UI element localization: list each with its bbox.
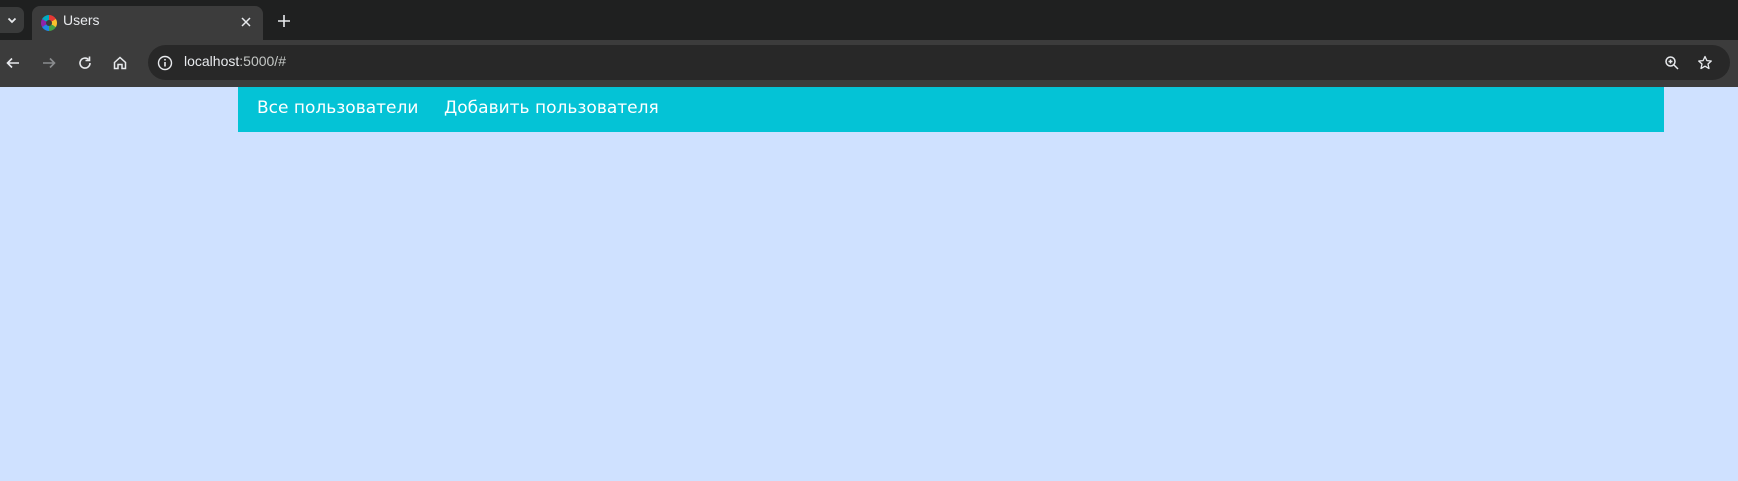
app-navbar: Все пользователи Добавить пользователя [238,87,1664,132]
back-button[interactable] [0,50,26,76]
zoom-in-icon [1665,56,1679,70]
arrow-right-icon [43,57,56,69]
arrow-left-icon [6,57,19,69]
browser-toolbar: localhost:5000/# [0,40,1738,87]
nav-all-users-link[interactable]: Все пользователи [257,98,418,118]
tab-strip: Users [0,0,1738,40]
bookmark-button[interactable] [1694,52,1716,74]
tab-list-button[interactable] [0,7,24,33]
info-icon [157,55,173,71]
forward-button[interactable] [36,50,62,76]
tab-title: Users [63,12,100,28]
close-tab-button[interactable] [237,13,255,31]
page-body [0,87,1738,481]
nav-add-user-link[interactable]: Добавить пользователя [444,98,659,118]
home-button[interactable] [107,50,133,76]
new-tab-button[interactable] [272,9,296,33]
address-bar[interactable]: localhost:5000/# [148,45,1730,80]
chevron-down-icon [7,17,17,24]
url-text: localhost:5000/# [184,53,286,69]
url-rest: :5000/# [239,53,286,69]
url-host: localhost [184,53,240,69]
reload-icon [79,56,91,69]
zoom-button[interactable] [1661,52,1683,74]
plus-icon [278,15,290,27]
star-icon [1698,55,1712,70]
site-info-button[interactable] [155,53,175,73]
home-icon [113,56,127,70]
close-icon [241,17,251,27]
reload-button[interactable] [72,50,98,76]
browser-tab[interactable]: Users [32,6,263,40]
app-favicon-icon [41,15,57,31]
